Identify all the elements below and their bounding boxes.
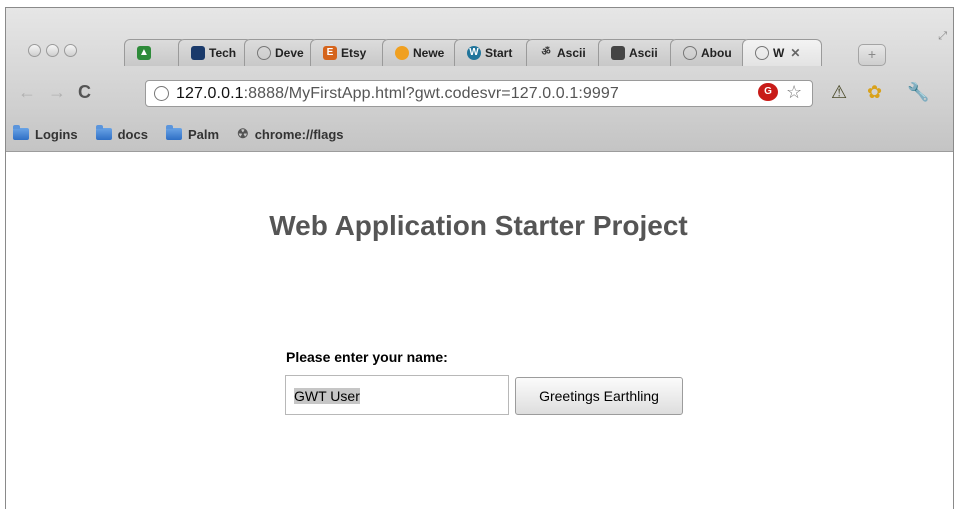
bookmark-label: Logins [35, 126, 78, 142]
tab-label: Etsy [341, 46, 367, 60]
name-label: Please enter your name: [286, 349, 448, 365]
tab-label: Start [485, 46, 513, 60]
bookmark-palm[interactable]: Palm [165, 125, 220, 142]
image-icon [611, 46, 625, 60]
tab-label: Ascii [557, 46, 586, 60]
tab-ascii-2[interactable]: Ascii [598, 39, 678, 66]
name-input-value: GWT User [294, 388, 360, 404]
bookmark-logins[interactable]: Logins [13, 125, 78, 142]
close-window-button[interactable] [28, 44, 41, 57]
bookmark-chrome-flags[interactable]: ☢ chrome://flags [237, 126, 344, 142]
tab-mountain[interactable]: ▲ [124, 39, 186, 66]
mountain-icon: ▲ [137, 46, 151, 60]
tab-etsy[interactable]: E Etsy [310, 39, 390, 66]
folder-icon [13, 125, 29, 140]
back-arrow-icon[interactable]: ← [18, 82, 36, 103]
new-tab-button[interactable]: + [858, 44, 886, 66]
name-input[interactable]: GWT User [285, 375, 509, 415]
tab-label: Newe [413, 46, 445, 60]
bookmark-docs[interactable]: docs [95, 125, 148, 142]
extension-badge-icon[interactable]: G [758, 83, 778, 101]
browser-chrome: ▲ Tech Deve E Etsy Newe W Start ॐ Ascii … [6, 8, 953, 152]
fullscreen-icon[interactable]: ⤢ [938, 30, 947, 43]
bookmarks-bar: Logins docs Palm ☢ chrome://flags [13, 125, 344, 142]
etsy-icon: E [323, 46, 337, 60]
wrench-icon[interactable]: 🔧 [907, 82, 929, 102]
bookmark-label: docs [117, 126, 148, 142]
minimize-window-button[interactable] [46, 44, 59, 57]
url-text: 127.0.0.1:8888/MyFirstApp.html?gwt.codes… [176, 85, 619, 102]
tab-label: Ascii [629, 46, 658, 60]
extension-icon[interactable]: ✿ [867, 82, 882, 102]
globe-icon [755, 46, 769, 60]
tab-deve[interactable]: Deve [244, 39, 318, 66]
tab-start[interactable]: W Start [454, 39, 534, 66]
tab-label: Tech [209, 46, 237, 60]
page-title: Web Application Starter Project [269, 210, 688, 241]
folder-icon [95, 125, 112, 140]
window-controls [28, 44, 77, 57]
address-bar-icons: G ☆ [758, 83, 802, 101]
reload-icon[interactable]: C [78, 82, 91, 103]
orb-icon [395, 46, 409, 60]
bookmark-label: Palm [187, 126, 220, 142]
tab-strip: ▲ Tech Deve E Etsy Newe W Start ॐ Ascii … [124, 39, 822, 67]
tab-label: W [773, 46, 785, 60]
tab-abou[interactable]: Abou [670, 39, 750, 66]
address-bar[interactable]: 127.0.0.1:8888/MyFirstApp.html?gwt.codes… [145, 80, 813, 107]
extension-icon[interactable]: ⚠ [831, 82, 847, 102]
tab-newe[interactable]: Newe [382, 39, 462, 66]
bookmark-label: chrome://flags [254, 126, 344, 142]
radiation-icon: ☢ [237, 126, 249, 141]
nav-buttons: ← → C [18, 82, 91, 103]
tab-label: Abou [701, 46, 732, 60]
tech-icon [191, 46, 205, 60]
tab-active[interactable]: W ✕ [742, 39, 822, 66]
browser-window: ▲ Tech Deve E Etsy Newe W Start ॐ Ascii … [5, 7, 954, 509]
greetings-button[interactable]: Greetings Earthling [515, 377, 683, 415]
tab-label: Deve [275, 46, 304, 60]
globe-icon [154, 86, 169, 101]
folder-icon [165, 125, 182, 140]
tab-ascii-1[interactable]: ॐ Ascii [526, 39, 606, 66]
om-icon: ॐ [541, 47, 551, 58]
forward-arrow-icon[interactable]: → [48, 82, 66, 103]
tab-tech[interactable]: Tech [178, 39, 252, 66]
bookmark-star-icon[interactable]: ☆ [786, 83, 802, 101]
close-tab-icon[interactable]: ✕ [790, 46, 800, 60]
zoom-window-button[interactable] [64, 44, 77, 57]
globe-icon [683, 46, 697, 60]
wordpress-icon: W [467, 46, 481, 60]
globe-icon [257, 46, 271, 60]
